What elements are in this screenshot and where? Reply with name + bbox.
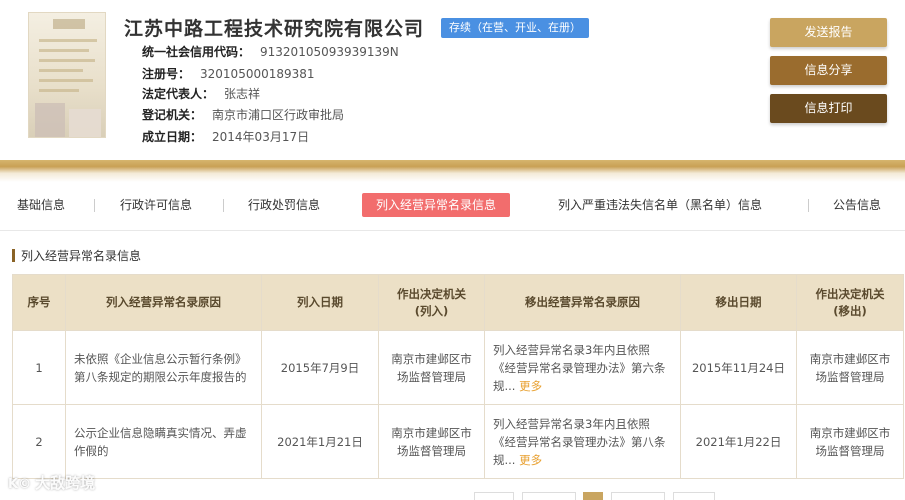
- info-establishment-date: 成立日期： 2014年03月17日: [142, 128, 309, 145]
- tab-administrative-license[interactable]: 行政许可信息: [120, 193, 192, 217]
- info-label: 成立日期：: [142, 130, 203, 144]
- info-legal-representative: 法定代表人： 张志祥: [142, 85, 260, 102]
- info-label: 登记机关：: [142, 108, 203, 122]
- tab-basic-info[interactable]: 基础信息: [17, 193, 65, 217]
- pager-next-button[interactable]: [673, 492, 715, 500]
- table-row: 2 公示企业信息隐瞒真实情况、弄虚作假的 2021年1月21日 南京市建邺区市场…: [12, 404, 904, 479]
- cell-authority-out: 南京市建邺区市场监督管理局: [796, 404, 904, 479]
- tab-separator: [94, 199, 95, 212]
- cell-date-out: 2021年1月22日: [680, 404, 797, 479]
- pager-last-button[interactable]: [611, 492, 665, 500]
- info-label: 统一社会信用代码：: [142, 45, 251, 59]
- pager-prev-button[interactable]: [474, 492, 514, 500]
- more-link[interactable]: 更多: [519, 379, 542, 393]
- col-header-seq: 序号: [12, 274, 66, 331]
- print-info-button[interactable]: 信息打印: [770, 94, 887, 123]
- info-registration-authority: 登记机关： 南京市浦口区行政审批局: [142, 106, 344, 123]
- col-header-authority-in: 作出决定机关 (列入): [378, 274, 485, 331]
- col-header-date-in: 列入日期: [261, 274, 379, 331]
- info-label: 法定代表人：: [142, 87, 215, 101]
- watermark-logo-icon: K©: [8, 477, 32, 492]
- watermark-text: 大敌跨境: [35, 474, 96, 492]
- info-value: 张志祥: [224, 87, 261, 101]
- tab-divider: [0, 230, 905, 231]
- tab-announcements[interactable]: 公告信息: [833, 193, 881, 217]
- info-value: 2014年03月17日: [212, 130, 310, 144]
- share-info-button[interactable]: 信息分享: [770, 56, 887, 85]
- col-header-reason-out: 移出经营异常名录原因: [484, 274, 681, 331]
- table-row: 1 未依照《企业信息公示暂行条例》第八条规定的期限公示年度报告的 2015年7月…: [12, 330, 904, 405]
- business-license-thumbnail[interactable]: [28, 12, 106, 138]
- info-value: 320105000189381: [200, 67, 315, 81]
- tab-blacklist[interactable]: 列入严重违法失信名单（黑名单）信息: [558, 193, 762, 217]
- col-header-text: 作出决定机关: [397, 286, 466, 301]
- company-header: 江苏中路工程技术研究院有限公司 存续（在营、开业、在册） 统一社会信用代码： 91…: [0, 0, 905, 160]
- license-text-line: [39, 39, 97, 42]
- cell-date-in: 2015年7月9日: [261, 330, 379, 405]
- cell-seq: 2: [12, 404, 66, 479]
- col-header-subtext: (列入): [414, 303, 449, 318]
- info-registration-number: 注册号： 320105000189381: [142, 65, 315, 82]
- info-label: 注册号：: [142, 67, 191, 81]
- license-blurred-area: [35, 103, 65, 137]
- cell-authority-in: 南京市建邺区市场监督管理局: [378, 330, 485, 405]
- col-header-reason-in: 列入经营异常名录原因: [65, 274, 262, 331]
- license-text-line: [39, 69, 83, 72]
- info-credit-code: 统一社会信用代码： 91320105093939139N: [142, 43, 399, 60]
- license-text-line: [39, 89, 79, 92]
- cell-date-out: 2015年11月24日: [680, 330, 797, 405]
- col-header-subtext: (移出): [833, 303, 867, 318]
- cell-authority-out: 南京市建邺区市场监督管理局: [796, 330, 904, 405]
- pager-current-page[interactable]: [583, 492, 603, 500]
- cell-authority-in: 南京市建邺区市场监督管理局: [378, 404, 485, 479]
- send-report-button[interactable]: 发送报告: [770, 18, 887, 47]
- license-text-line: [39, 79, 93, 82]
- license-blurred-area: [69, 109, 101, 137]
- table-header-row: 序号 列入经营异常名录原因 列入日期 作出决定机关 (列入) 移出经营异常名录原因…: [12, 274, 904, 331]
- col-header-authority-out: 作出决定机关 (移出): [796, 274, 904, 331]
- header-gold-band: [0, 160, 905, 182]
- info-value: 南京市浦口区行政审批局: [212, 108, 345, 122]
- info-value: 91320105093939139N: [260, 45, 399, 59]
- tab-abnormal-operation[interactable]: 列入经营异常名录信息: [362, 193, 511, 217]
- tab-separator: [808, 199, 809, 212]
- tab-separator: [223, 199, 224, 212]
- more-link[interactable]: 更多: [519, 453, 542, 467]
- pager-first-button[interactable]: [522, 492, 576, 500]
- cell-reason-in: 未依照《企业信息公示暂行条例》第八条规定的期限公示年度报告的: [65, 330, 262, 405]
- cell-reason-out: 列入经营异常名录3年内且依照《经营异常名录管理办法》第八条规... 更多: [484, 404, 681, 479]
- cell-seq: 1: [12, 330, 66, 405]
- col-header-date-out: 移出日期: [680, 274, 797, 331]
- section-title: 列入经营异常名录信息: [12, 248, 141, 264]
- abnormal-operation-table: 序号 列入经营异常名录原因 列入日期 作出决定机关 (列入) 移出经营异常名录原因…: [12, 274, 904, 479]
- license-text-line: [39, 49, 89, 52]
- cell-date-in: 2021年1月21日: [261, 404, 379, 479]
- cell-reason-in: 公示企业信息隐瞒真实情况、弄虚作假的: [65, 404, 262, 479]
- section-title-text: 列入经营异常名录信息: [21, 249, 142, 263]
- info-tabs: 基础信息 行政许可信息 行政处罚信息 列入经营异常名录信息 列入严重违法失信名单…: [0, 190, 905, 220]
- watermark: K© 大敌跨境: [8, 473, 95, 493]
- section-title-bar: [12, 249, 15, 262]
- license-stamp-mark: [53, 19, 85, 29]
- cell-reason-out: 列入经营异常名录3年内且依照《经营异常名录管理办法》第六条规... 更多: [484, 330, 681, 405]
- tab-administrative-penalty[interactable]: 行政处罚信息: [248, 193, 320, 217]
- company-name: 江苏中路工程技术研究院有限公司: [124, 18, 425, 40]
- col-header-text: 作出决定机关: [815, 286, 885, 301]
- status-badge: 存续（在营、开业、在册）: [441, 18, 589, 38]
- license-text-line: [39, 59, 95, 62]
